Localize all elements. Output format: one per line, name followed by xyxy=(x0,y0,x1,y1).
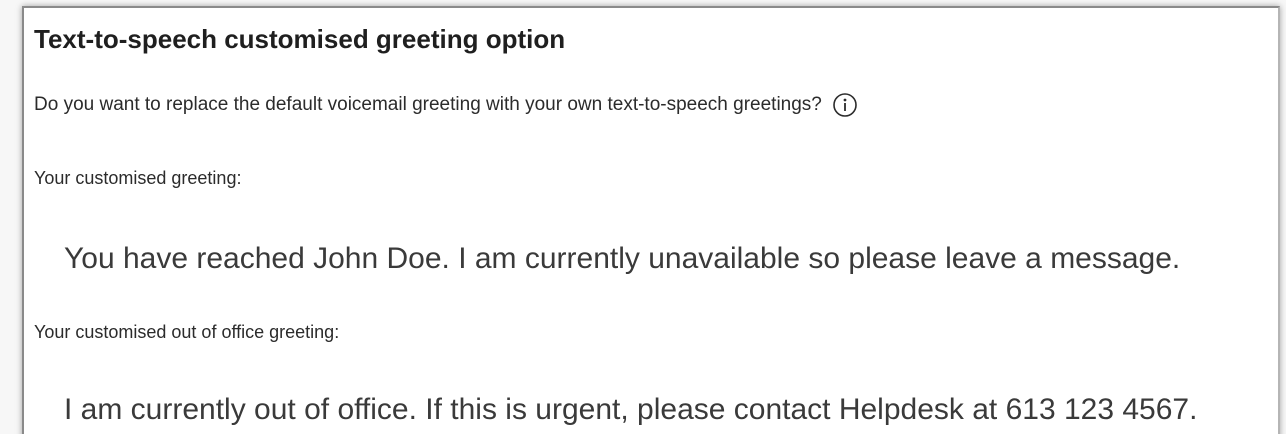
replace-greeting-question: Do you want to replace the default voice… xyxy=(34,94,822,115)
customised-greeting-label: Your customised greeting: xyxy=(34,168,242,188)
greeting-settings-panel: Text-to-speech customised greeting optio… xyxy=(22,6,1280,434)
section-title: Text-to-speech customised greeting optio… xyxy=(34,24,566,54)
question-row: Do you want to replace the default voice… xyxy=(34,92,858,118)
customised-greeting-field[interactable]: You have reached John Doe. I am currentl… xyxy=(64,242,1180,276)
out-of-office-greeting-label: Your customised out of office greeting: xyxy=(34,322,340,342)
out-of-office-greeting-field[interactable]: I am currently out of office. If this is… xyxy=(64,393,1197,427)
info-icon[interactable] xyxy=(832,92,858,118)
